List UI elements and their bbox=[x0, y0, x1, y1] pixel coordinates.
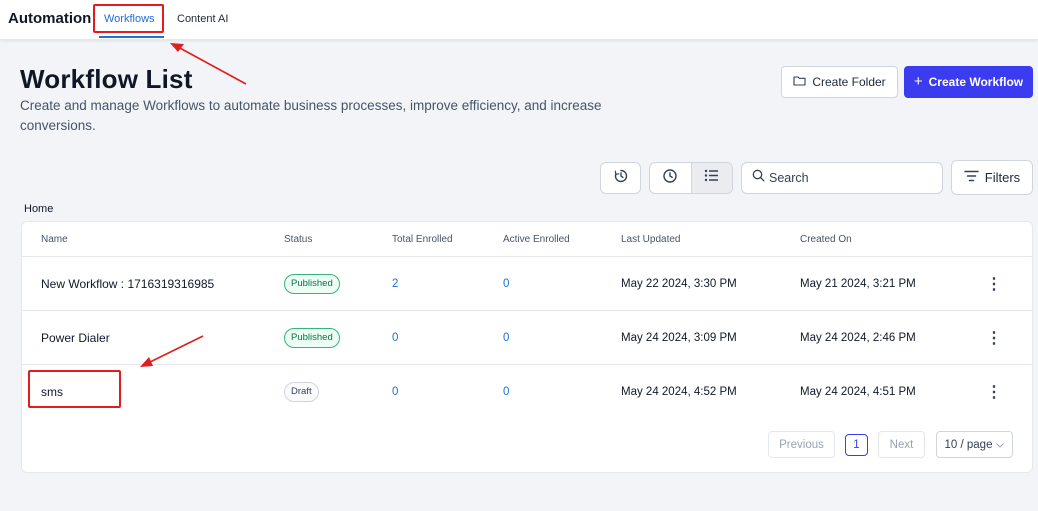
tab-content-ai[interactable]: Content AI bbox=[177, 13, 228, 25]
total-enrolled-value[interactable]: 0 bbox=[392, 311, 398, 365]
plus-icon: + bbox=[913, 72, 923, 90]
table-row[interactable]: Power Dialer Published 0 0 May 24 2024, … bbox=[22, 310, 1032, 364]
page-size-label: 10 / page bbox=[944, 438, 993, 451]
status-cell: Draft bbox=[284, 365, 319, 419]
total-enrolled-value[interactable]: 2 bbox=[392, 257, 398, 311]
more-options-icon[interactable]: ⋮ bbox=[982, 365, 1006, 419]
status-badge: Published bbox=[284, 328, 340, 348]
page-size-select[interactable]: 10 / page bbox=[936, 431, 1013, 458]
column-header-created-on: Created On bbox=[800, 234, 852, 245]
status-badge: Draft bbox=[284, 382, 319, 402]
active-tab-indicator bbox=[99, 36, 164, 38]
annotation-highlight-box bbox=[28, 370, 121, 408]
create-workflow-button[interactable]: + Create Workflow bbox=[904, 66, 1033, 98]
status-cell: Published bbox=[284, 257, 340, 311]
view-mode-toggle bbox=[649, 162, 733, 194]
more-options-icon[interactable]: ⋮ bbox=[982, 257, 1006, 311]
create-folder-button[interactable]: Create Folder bbox=[781, 66, 898, 98]
more-options-icon[interactable]: ⋮ bbox=[982, 311, 1006, 365]
table-row[interactable]: sms Draft 0 0 May 24 2024, 4:52 PM May 2… bbox=[22, 364, 1032, 418]
folder-icon bbox=[793, 75, 806, 89]
clock-icon bbox=[662, 168, 678, 189]
last-updated-value: May 24 2024, 4:52 PM bbox=[621, 386, 737, 398]
list-icon bbox=[704, 169, 719, 187]
annotation-highlight-box bbox=[93, 4, 164, 33]
last-updated-value: May 24 2024, 3:09 PM bbox=[621, 332, 737, 344]
status-badge: Published bbox=[284, 274, 340, 294]
active-enrolled-value[interactable]: 0 bbox=[503, 311, 509, 365]
last-updated-value: May 22 2024, 3:30 PM bbox=[621, 278, 737, 290]
created-on-value: May 24 2024, 4:51 PM bbox=[800, 386, 916, 398]
column-header-active-enrolled: Active Enrolled bbox=[503, 234, 570, 245]
chevron-down-icon bbox=[996, 439, 1005, 451]
search-field[interactable] bbox=[741, 162, 943, 194]
filters-button[interactable]: Filters bbox=[951, 160, 1033, 195]
page-description: Create and manage Workflows to automate … bbox=[20, 98, 602, 133]
page-number-button[interactable]: 1 bbox=[845, 434, 868, 456]
table-row[interactable]: New Workflow : 1716319316985 Published 2… bbox=[22, 256, 1032, 310]
column-header-name: Name bbox=[41, 234, 68, 245]
filters-label: Filters bbox=[984, 170, 1021, 185]
column-header-total-enrolled: Total Enrolled bbox=[392, 234, 453, 245]
clock-view-button[interactable] bbox=[650, 163, 691, 193]
workflow-name[interactable]: Power Dialer bbox=[41, 311, 110, 365]
page-title: Workflow List bbox=[20, 64, 193, 94]
workflow-name[interactable]: New Workflow : 1716319316985 bbox=[41, 257, 214, 311]
created-on-value: May 21 2024, 3:21 PM bbox=[800, 278, 916, 290]
breadcrumb-home[interactable]: Home bbox=[24, 203, 53, 215]
history-view-button[interactable] bbox=[600, 162, 641, 194]
create-workflow-label: Create Workflow bbox=[928, 75, 1024, 89]
column-header-last-updated: Last Updated bbox=[621, 234, 681, 245]
active-enrolled-value[interactable]: 0 bbox=[503, 365, 509, 419]
create-folder-label: Create Folder bbox=[812, 75, 886, 89]
active-enrolled-value[interactable]: 0 bbox=[503, 257, 509, 311]
history-icon bbox=[613, 168, 629, 189]
workflow-table: Name Status Total Enrolled Active Enroll… bbox=[21, 221, 1033, 473]
next-page-button[interactable]: Next bbox=[878, 431, 925, 458]
previous-page-button[interactable]: Previous bbox=[768, 431, 835, 458]
created-on-value: May 24 2024, 2:46 PM bbox=[800, 332, 916, 344]
status-cell: Published bbox=[284, 311, 340, 365]
list-view-button[interactable] bbox=[690, 163, 732, 193]
filter-lines-icon bbox=[964, 170, 979, 185]
column-header-status: Status bbox=[284, 234, 313, 245]
search-icon bbox=[752, 169, 765, 187]
total-enrolled-value[interactable]: 0 bbox=[392, 365, 398, 419]
search-input[interactable] bbox=[769, 171, 929, 185]
app-title: Automation bbox=[8, 10, 92, 27]
